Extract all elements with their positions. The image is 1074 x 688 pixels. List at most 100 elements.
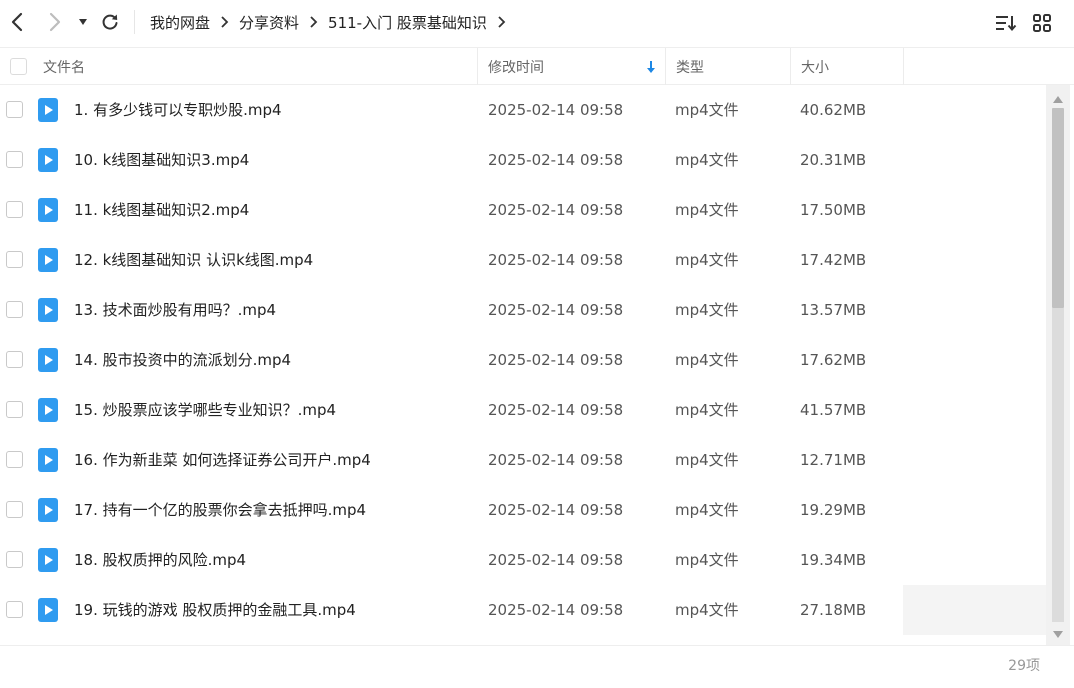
view-toggle-button[interactable] bbox=[1030, 11, 1054, 35]
breadcrumb-item-shared[interactable]: 分享资料 bbox=[239, 12, 299, 33]
column-type-header[interactable]: 类型 bbox=[676, 48, 704, 85]
file-name[interactable]: 19. 玩钱的游戏 股权质押的金融工具.mp4 bbox=[74, 585, 356, 635]
back-arrow-icon bbox=[11, 12, 23, 32]
file-type: mp4文件 bbox=[675, 301, 739, 319]
file-type: mp4文件 bbox=[675, 501, 739, 519]
column-divider[interactable] bbox=[477, 48, 478, 85]
row-checkbox[interactable] bbox=[6, 451, 23, 468]
file-type: mp4文件 bbox=[675, 351, 739, 369]
file-name[interactable]: 10. k线图基础知识3.mp4 bbox=[74, 135, 249, 185]
file-name[interactable]: 17. 持有一个亿的股票你会拿去抵押吗.mp4 bbox=[74, 485, 366, 535]
sort-button[interactable] bbox=[994, 11, 1018, 35]
column-divider[interactable] bbox=[903, 48, 904, 85]
file-size: 27.18MB bbox=[800, 601, 867, 619]
video-file-icon bbox=[38, 448, 58, 472]
file-size: 40.62MB bbox=[800, 101, 867, 119]
row-hover-highlight bbox=[903, 585, 1046, 635]
file-modified-time: 2025-02-14 09:58 bbox=[488, 301, 624, 319]
file-list: 1. 有多少钱可以专职炒股.mp4 2025-02-14 09:58 mp4文件 40… bbox=[0, 85, 1046, 645]
row-checkbox[interactable] bbox=[6, 301, 23, 318]
breadcrumb-item-root[interactable]: 我的网盘 bbox=[150, 12, 210, 33]
sort-list-icon bbox=[996, 16, 1017, 32]
back-button[interactable] bbox=[4, 8, 30, 36]
chevron-right-icon[interactable] bbox=[497, 16, 506, 28]
video-file-icon bbox=[38, 98, 58, 122]
scroll-down-arrow-icon[interactable] bbox=[1050, 626, 1066, 638]
file-modified-time: 2025-02-14 09:58 bbox=[488, 451, 624, 469]
file-type: mp4文件 bbox=[675, 151, 739, 169]
column-name-header[interactable]: 文件名 bbox=[43, 48, 85, 85]
row-checkbox[interactable] bbox=[6, 401, 23, 418]
file-type: mp4文件 bbox=[675, 451, 739, 469]
scrollbar-thumb[interactable] bbox=[1052, 108, 1064, 308]
file-type: mp4文件 bbox=[675, 551, 739, 569]
row-checkbox[interactable] bbox=[6, 101, 23, 118]
file-type: mp4文件 bbox=[675, 401, 739, 419]
breadcrumb-item-current[interactable]: 511-入门 股票基础知识 bbox=[328, 12, 487, 33]
refresh-button[interactable] bbox=[97, 8, 123, 36]
row-checkbox[interactable] bbox=[6, 201, 23, 218]
file-size: 19.29MB bbox=[800, 501, 867, 519]
column-modified-header[interactable]: 修改时间 bbox=[488, 48, 544, 85]
video-file-icon bbox=[38, 198, 58, 222]
toolbar: 我的网盘 分享资料 511-入门 股票基础知识 bbox=[0, 0, 1074, 44]
forward-button[interactable] bbox=[42, 8, 68, 36]
row-checkbox[interactable] bbox=[6, 601, 23, 618]
file-row[interactable]: 18. 股权质押的风险.mp4 2025-02-14 09:58 mp4文件 19.3… bbox=[0, 535, 1046, 585]
file-name[interactable]: 13. 技术面炒股有用吗？.mp4 bbox=[74, 285, 276, 335]
file-type: mp4文件 bbox=[675, 601, 739, 619]
file-size: 17.62MB bbox=[800, 351, 867, 369]
video-file-icon bbox=[38, 598, 58, 622]
file-modified-time: 2025-02-14 09:58 bbox=[488, 201, 624, 219]
row-checkbox[interactable] bbox=[6, 501, 23, 518]
file-type: mp4文件 bbox=[675, 251, 739, 269]
row-checkbox[interactable] bbox=[6, 351, 23, 368]
file-row[interactable]: 11. k线图基础知识2.mp4 2025-02-14 09:58 mp4文件 17.… bbox=[0, 185, 1046, 235]
history-dropdown-button[interactable] bbox=[72, 8, 94, 36]
row-checkbox[interactable] bbox=[6, 251, 23, 268]
file-row[interactable]: 19. 玩钱的游戏 股权质押的金融工具.mp4 2025-02-14 09:58 m… bbox=[0, 585, 1046, 635]
file-name[interactable]: 14. 股市投资中的流派划分.mp4 bbox=[74, 335, 291, 385]
file-name[interactable]: 1. 有多少钱可以专职炒股.mp4 bbox=[74, 85, 282, 135]
chevron-right-icon bbox=[220, 16, 229, 28]
file-row[interactable]: 10. k线图基础知识3.mp4 2025-02-14 09:58 mp4文件 20.… bbox=[0, 135, 1046, 185]
file-row[interactable]: 17. 持有一个亿的股票你会拿去抵押吗.mp4 2025-02-14 09:58 m… bbox=[0, 485, 1046, 535]
video-file-icon bbox=[38, 398, 58, 422]
file-size: 13.57MB bbox=[800, 301, 867, 319]
file-row[interactable]: 13. 技术面炒股有用吗？.mp4 2025-02-14 09:58 mp4文件 13… bbox=[0, 285, 1046, 335]
scrollbar-track[interactable] bbox=[1052, 308, 1064, 622]
file-modified-time: 2025-02-14 09:58 bbox=[488, 151, 624, 169]
select-all-checkbox[interactable] bbox=[10, 48, 27, 85]
file-row[interactable]: 15. 炒股票应该学哪些专业知识？.mp4 2025-02-14 09:58 mp4… bbox=[0, 385, 1046, 435]
file-row[interactable]: 16. 作为新韭菜 如何选择证券公司开户.mp4 2025-02-14 09:58… bbox=[0, 435, 1046, 485]
file-row[interactable]: 14. 股市投资中的流派划分.mp4 2025-02-14 09:58 mp4文件 1… bbox=[0, 335, 1046, 385]
row-checkbox[interactable] bbox=[6, 551, 23, 568]
dropdown-caret-icon bbox=[79, 19, 87, 25]
file-modified-time: 2025-02-14 09:58 bbox=[488, 501, 624, 519]
file-row[interactable]: 12. k线图基础知识 认识k线图.mp4 2025-02-14 09:58 mp4… bbox=[0, 235, 1046, 285]
file-name[interactable]: 12. k线图基础知识 认识k线图.mp4 bbox=[74, 235, 313, 285]
column-divider[interactable] bbox=[665, 48, 666, 85]
file-name[interactable]: 15. 炒股票应该学哪些专业知识？.mp4 bbox=[74, 385, 336, 435]
file-modified-time: 2025-02-14 09:58 bbox=[488, 601, 624, 619]
video-file-icon bbox=[38, 298, 58, 322]
row-checkbox[interactable] bbox=[6, 151, 23, 168]
chevron-right-icon bbox=[309, 16, 318, 28]
column-divider[interactable] bbox=[790, 48, 791, 85]
file-type: mp4文件 bbox=[675, 101, 739, 119]
status-bar: 29项 bbox=[0, 645, 1074, 687]
column-header: 文件名 修改时间 类型 大小 bbox=[0, 47, 1074, 85]
sort-desc-arrow-icon[interactable] bbox=[646, 48, 656, 85]
scroll-up-arrow-icon[interactable] bbox=[1050, 90, 1066, 103]
file-row[interactable]: 1. 有多少钱可以专职炒股.mp4 2025-02-14 09:58 mp4文件 40… bbox=[0, 85, 1046, 135]
file-name[interactable]: 16. 作为新韭菜 如何选择证券公司开户.mp4 bbox=[74, 435, 371, 485]
file-size: 17.42MB bbox=[800, 251, 867, 269]
file-modified-time: 2025-02-14 09:58 bbox=[488, 251, 624, 269]
video-file-icon bbox=[38, 498, 58, 522]
video-file-icon bbox=[38, 548, 58, 572]
file-size: 17.50MB bbox=[800, 201, 867, 219]
column-size-header[interactable]: 大小 bbox=[801, 48, 829, 85]
video-file-icon bbox=[38, 248, 58, 272]
file-name[interactable]: 18. 股权质押的风险.mp4 bbox=[74, 535, 246, 585]
file-name[interactable]: 11. k线图基础知识2.mp4 bbox=[74, 185, 249, 235]
